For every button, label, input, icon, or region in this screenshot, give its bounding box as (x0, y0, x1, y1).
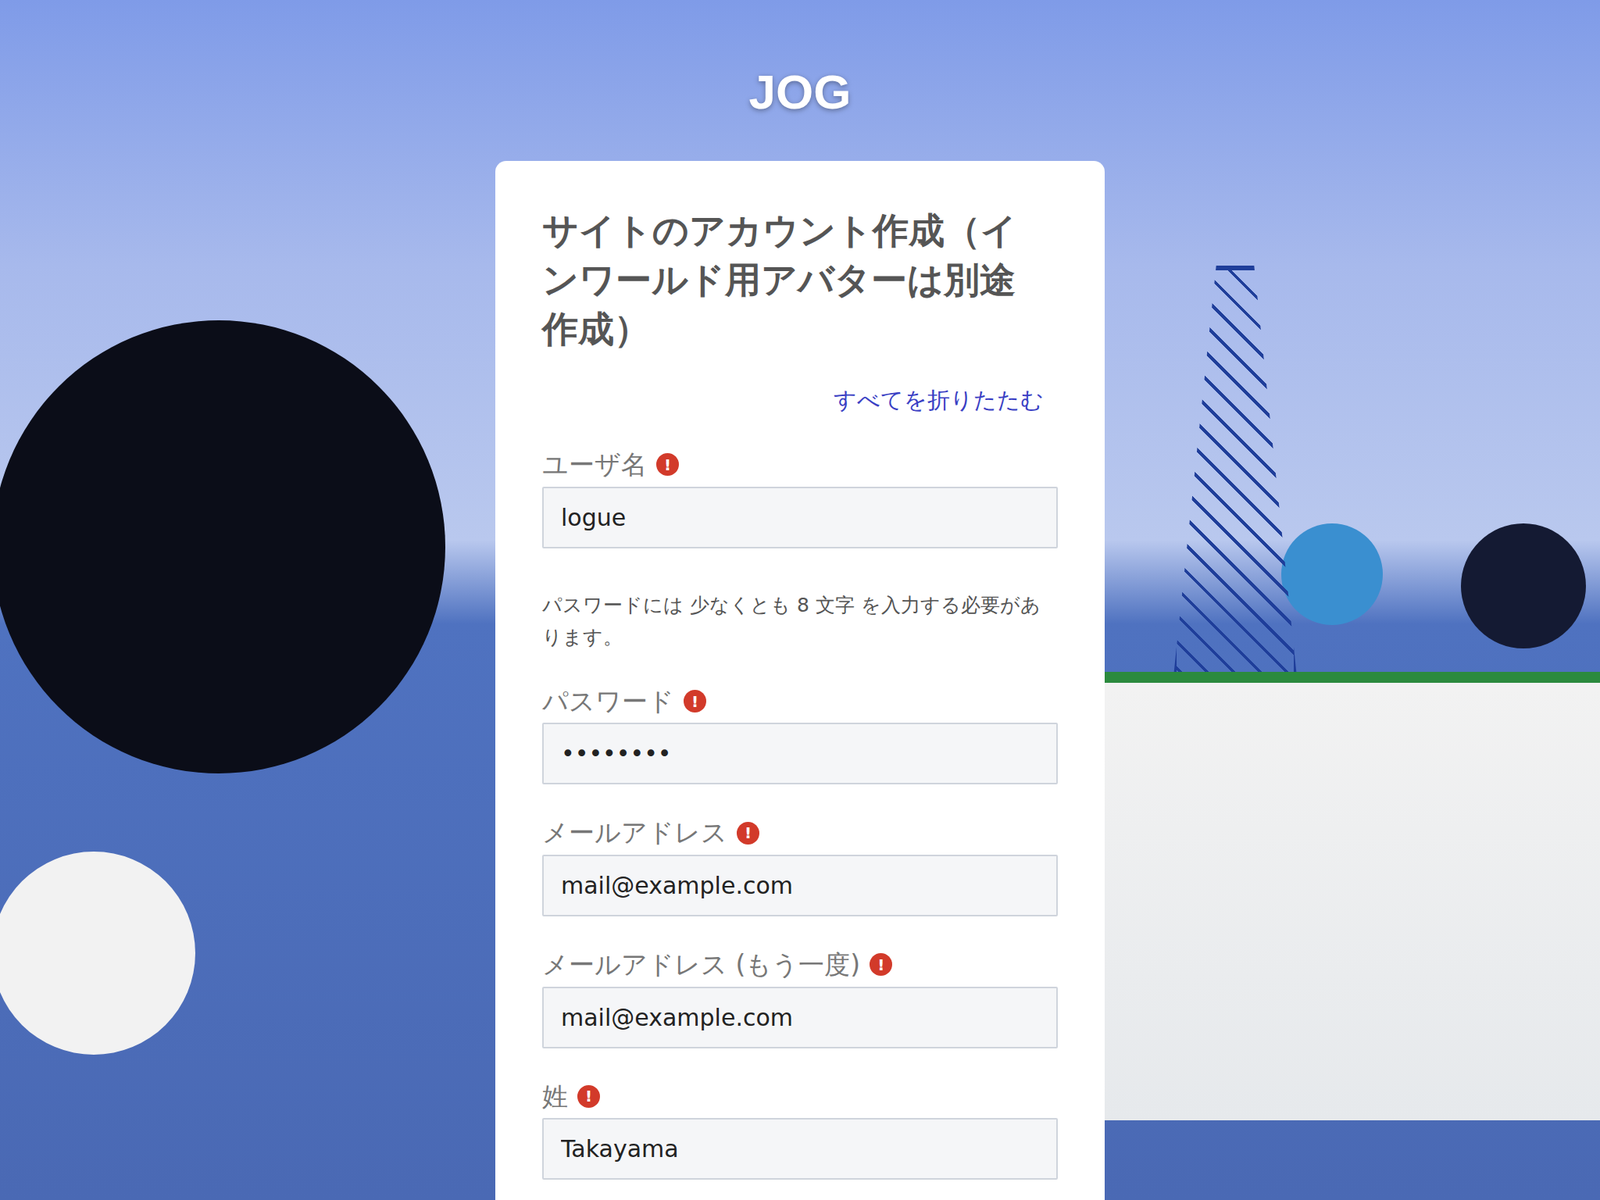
field-label: メールアドレス (もう一度)! (542, 949, 1058, 981)
field-label: ユーザ名! (542, 449, 1058, 481)
drilling-tower (1171, 265, 1299, 693)
form-field: メールアドレス (もう一度)! (542, 949, 1058, 1049)
required-icon: ! (656, 453, 679, 476)
required-icon: ! (577, 1085, 600, 1108)
form-field: 姓! (542, 1081, 1058, 1181)
dark-sphere (0, 320, 446, 774)
page: JOG サイトのアカウント作成（インワールド用アバターは別途作成） すべてを折りたた… (0, 0, 1600, 1200)
field-label: 姓! (542, 1081, 1058, 1113)
signup-card: サイトのアカウント作成（インワールド用アバターは別途作成） すべてを折りたたむユー… (495, 160, 1105, 1200)
required-icon: ! (869, 953, 893, 976)
field-label: パスワード! (542, 685, 1058, 718)
text-input[interactable] (542, 986, 1058, 1049)
earth-sphere (1281, 523, 1383, 625)
text-input[interactable] (542, 722, 1058, 785)
text-input[interactable] (542, 1117, 1058, 1180)
form-field: パスワード! (542, 685, 1058, 786)
site-title: JOG (749, 65, 852, 119)
white-sphere (0, 851, 196, 1055)
required-icon: ! (736, 821, 760, 845)
globe-sphere (1460, 523, 1586, 649)
field-label: メールアドレス! (542, 817, 1058, 849)
text-input[interactable] (542, 486, 1058, 549)
required-icon: ! (683, 689, 707, 713)
text-input[interactable] (542, 854, 1058, 917)
help-text: パスワードには 少なくとも 8 文字 を入力する必要があります。 (542, 589, 1058, 654)
collapse-link[interactable]: すべてを折りたたむ (833, 385, 1044, 417)
ship (1103, 671, 1600, 1121)
form-field: メールアドレス! (542, 817, 1058, 917)
form-title: サイトのアカウント作成（インワールド用アバターは別途作成） (542, 206, 1043, 354)
form-field: ユーザ名! (542, 449, 1058, 549)
